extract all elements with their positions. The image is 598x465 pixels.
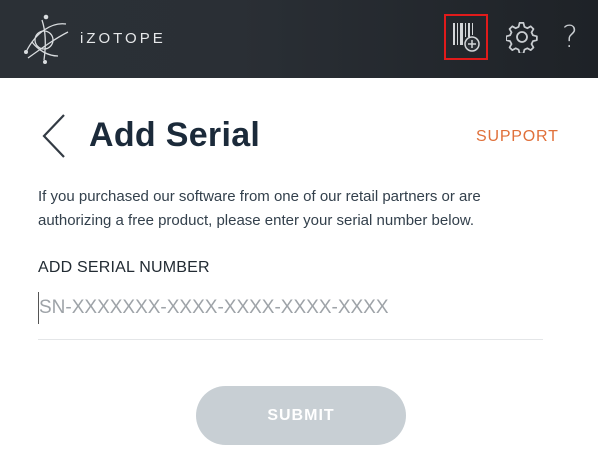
add-serial-button[interactable]: [444, 14, 488, 60]
description-text: If you purchased our software from one o…: [38, 188, 481, 229]
help-button[interactable]: ?: [548, 14, 592, 60]
input-underline: [38, 339, 543, 340]
page-title: Add Serial: [89, 116, 261, 154]
izotope-logo-icon: [24, 14, 69, 64]
gear-icon: [506, 22, 538, 53]
serial-number-input[interactable]: [38, 292, 543, 324]
settings-button[interactable]: [500, 14, 544, 60]
help-icon: ?: [562, 19, 578, 55]
barcode-add-icon: [453, 23, 480, 52]
app-header: iZOTOPE ?: [0, 0, 598, 78]
logo-text: iZOTOPE: [80, 30, 166, 47]
back-chevron-icon[interactable]: [40, 113, 68, 159]
submit-button[interactable]: SUBMIT: [196, 386, 406, 445]
serial-field-label: ADD SERIAL NUMBER: [38, 259, 210, 276]
support-link[interactable]: SUPPORT: [476, 128, 559, 146]
